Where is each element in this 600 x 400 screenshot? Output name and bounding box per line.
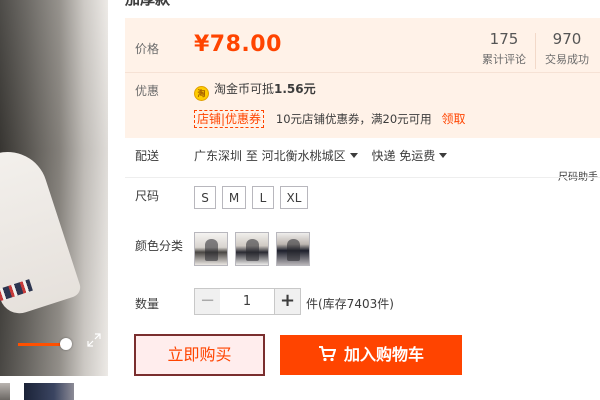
- fullscreen-icon[interactable]: [86, 332, 102, 348]
- size-label: 尺码: [135, 189, 160, 203]
- coin-amount: 1.56元: [274, 82, 316, 96]
- product-image[interactable]: [0, 0, 108, 376]
- coupon-description: 10元店铺优惠券，满20元可用: [275, 112, 432, 126]
- shipping-label: 配送: [135, 149, 160, 163]
- shipping-selector: 广东深圳 至 河北衡水桃城区 快递 免运费: [194, 147, 448, 164]
- swatch-figure: [205, 239, 218, 261]
- sales-count-label: 交易成功: [545, 53, 589, 66]
- shopping-cart-icon: [318, 337, 337, 377]
- size-option-l[interactable]: L: [252, 186, 274, 209]
- promo-label: 优惠: [135, 84, 160, 98]
- price-value: ¥78.00: [194, 32, 282, 57]
- review-count-stat[interactable]: 175 累计评论: [474, 28, 534, 67]
- claim-coupon-link[interactable]: 领取: [441, 112, 465, 126]
- price-box: 价格 ¥78.00 175 累计评论 970 交易成功 优惠 淘淘金币可抵1.5…: [125, 18, 600, 138]
- shipping-route[interactable]: 广东深圳 至 河北衡水桃城区: [194, 149, 346, 163]
- method-dropdown-icon[interactable]: [439, 153, 448, 158]
- review-count-label: 累计评论: [482, 53, 526, 66]
- size-option-xl[interactable]: XL: [280, 186, 308, 209]
- color-swatch-3[interactable]: [276, 232, 310, 266]
- swatch-figure: [246, 239, 259, 261]
- thumbnail-1[interactable]: [0, 383, 10, 400]
- product-title: 加厚款: [125, 0, 170, 9]
- color-label: 颜色分类: [135, 239, 184, 253]
- review-count: 175: [489, 30, 519, 48]
- video-progress-bar[interactable]: [18, 343, 66, 346]
- swatch-figure: [287, 239, 300, 261]
- add-to-cart-button[interactable]: 加入购物车: [280, 335, 462, 375]
- taobao-coin-icon: 淘: [194, 86, 209, 101]
- decrement-button[interactable]: −: [194, 288, 221, 315]
- color-swatch-2[interactable]: [235, 232, 269, 266]
- thumbnail-strip: [0, 383, 108, 400]
- size-option-s[interactable]: S: [194, 186, 216, 209]
- color-swatch-1[interactable]: [194, 232, 228, 266]
- cart-svg: [318, 346, 337, 362]
- size-option-m[interactable]: M: [222, 186, 246, 209]
- add-to-cart-label: 加入购物车: [343, 345, 424, 364]
- product-info-panel: 加厚款 价格 ¥78.00 175 累计评论 970 交易成功 优惠 淘淘金币可…: [125, 0, 600, 400]
- video-controls[interactable]: [0, 326, 108, 350]
- thumbnail-2[interactable]: [24, 383, 74, 400]
- section-divider: [125, 177, 600, 178]
- price-label: 价格: [135, 42, 160, 56]
- buy-now-button[interactable]: 立即购买: [134, 334, 265, 376]
- stock-info: 件(库存7403件): [306, 297, 394, 311]
- stat-divider: [535, 33, 536, 69]
- shipping-method[interactable]: 快递 免运费: [371, 149, 435, 163]
- sales-count-stat: 970 交易成功: [537, 28, 597, 67]
- price-divider: [125, 72, 600, 73]
- coupon-offer: 店铺|优惠券 10元店铺优惠券，满20元可用 领取: [194, 110, 465, 128]
- coin-text: 淘金币可抵: [214, 82, 275, 96]
- size-helper-link[interactable]: 尺码助手: [558, 168, 598, 183]
- video-seek-handle[interactable]: [60, 338, 72, 350]
- sales-count: 970: [552, 30, 582, 48]
- fullscreen-svg: [87, 333, 101, 347]
- route-dropdown-icon[interactable]: [349, 153, 358, 158]
- coin-offer: 淘淘金币可抵1.56元: [194, 80, 316, 101]
- quantity-label: 数量: [135, 297, 160, 311]
- quantity-input[interactable]: [220, 288, 274, 315]
- increment-button[interactable]: +: [274, 288, 301, 315]
- store-coupon-badge: 店铺|优惠券: [194, 110, 265, 128]
- buy-now-label: 立即购买: [167, 345, 232, 364]
